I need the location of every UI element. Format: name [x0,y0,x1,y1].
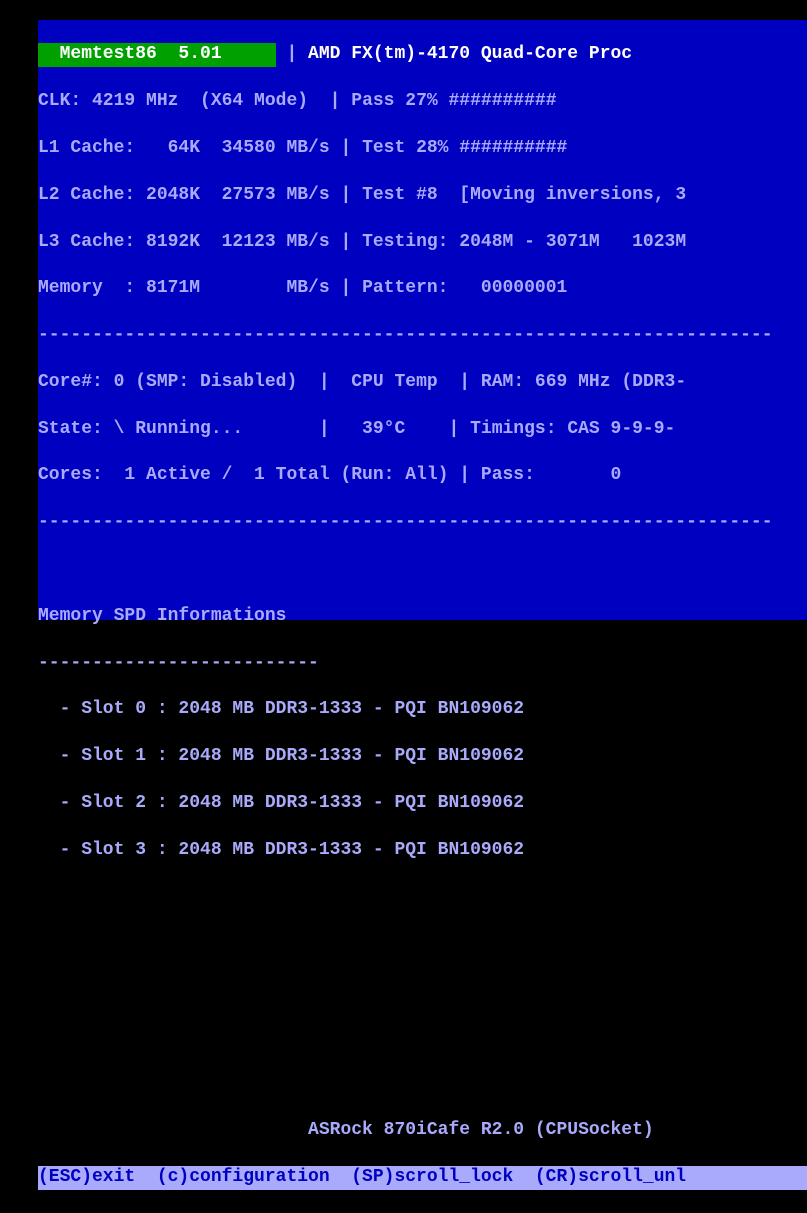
memory-total: Memory : 8171M MB/s [38,278,340,298]
separator: | [340,278,351,298]
separator: | [340,185,351,205]
separator: | [276,44,298,64]
motherboard-info: ASRock 870iCafe R2.0 (CPUSocket) [38,1119,807,1142]
test-progress-bar: ########## [459,138,567,158]
timings-info: Timings: CAS 9-9-9- [459,419,675,439]
separator: | [448,419,459,439]
core-row: Core#: 0 (SMP: Disabled) | CPU Temp | RA… [38,371,807,394]
separator: | [340,232,351,252]
cpu-name: AMD FX(tm)-4170 Quad-Core Proc [297,44,632,64]
l1-row: L1 Cache: 64K 34580 MB/s | Test 28% ####… [38,137,807,160]
clk-row: CLK: 4219 MHz (X64 Mode) | Pass 27% ####… [38,90,807,113]
divider-line: ----------------------------------------… [38,511,807,534]
separator: | [340,138,351,158]
separator: | [319,372,330,392]
test-number: Test #8 [Moving inversions, 3 [351,185,686,205]
l2-cache: L2 Cache: 2048K 27573 MB/s [38,185,340,205]
blank-row [38,932,807,955]
l2-row: L2 Cache: 2048K 27573 MB/s | Test #8 [Mo… [38,184,807,207]
state-info: State: \ Running... [38,419,308,439]
pass-progress-bar: ########## [449,91,557,111]
blank-row [38,1073,807,1096]
l1-cache: L1 Cache: 64K 34580 MB/s [38,138,340,158]
spd-slot-0: - Slot 0 : 2048 MB DDR3-1333 - PQI BN109… [38,698,807,721]
clk-info: CLK: 4219 MHz (X64 Mode) [38,91,330,111]
memtest-screen: Memtest86 5.01 | AMD FX(tm)-4170 Quad-Co… [38,20,807,620]
state-row: State: \ Running... | 39°C | Timings: CA… [38,418,807,441]
cpu-temp-value: 39°C [330,419,449,439]
header-row: Memtest86 5.01 | AMD FX(tm)-4170 Quad-Co… [38,43,807,66]
blank-row [38,979,807,1002]
divider-line: ----------------------------------------… [38,324,807,347]
pass-count: Pass: 0 [470,465,621,485]
pattern-value: Pattern: 00000001 [351,278,567,298]
separator: | [308,419,330,439]
blank-row [38,1026,807,1049]
l3-row: L3 Cache: 8192K 12123 MB/s | Testing: 20… [38,231,807,254]
test-label: Test 28% [351,138,459,158]
mem-row: Memory : 8171M MB/s | Pattern: 00000001 [38,277,807,300]
cores-row: Cores: 1 Active / 1 Total (Run: All) | P… [38,464,807,487]
app-title: Memtest86 5.01 [38,43,276,66]
footer-commands[interactable]: (ESC)exit (c)configuration (SP)scroll_lo… [38,1166,807,1189]
blank-row [38,885,807,908]
spd-divider: -------------------------- [38,652,807,675]
spd-slot-1: - Slot 1 : 2048 MB DDR3-1333 - PQI BN109… [38,745,807,768]
separator: | [459,465,470,485]
ram-info: RAM: 669 MHz (DDR3- [470,372,686,392]
blank-row [38,558,807,581]
separator: | [459,372,470,392]
spd-slot-2: - Slot 2 : 2048 MB DDR3-1333 - PQI BN109… [38,792,807,815]
cpu-temp-header: CPU Temp [330,372,460,392]
l3-cache: L3 Cache: 8192K 12123 MB/s [38,232,340,252]
spd-slot-3: - Slot 3 : 2048 MB DDR3-1333 - PQI BN109… [38,839,807,862]
separator: | [330,91,341,111]
pass-label: Pass 27% [340,91,448,111]
core-info: Core#: 0 (SMP: Disabled) [38,372,319,392]
cores-info: Cores: 1 Active / 1 Total (Run: All) [38,465,459,485]
testing-range: Testing: 2048M - 3071M 1023M [351,232,686,252]
